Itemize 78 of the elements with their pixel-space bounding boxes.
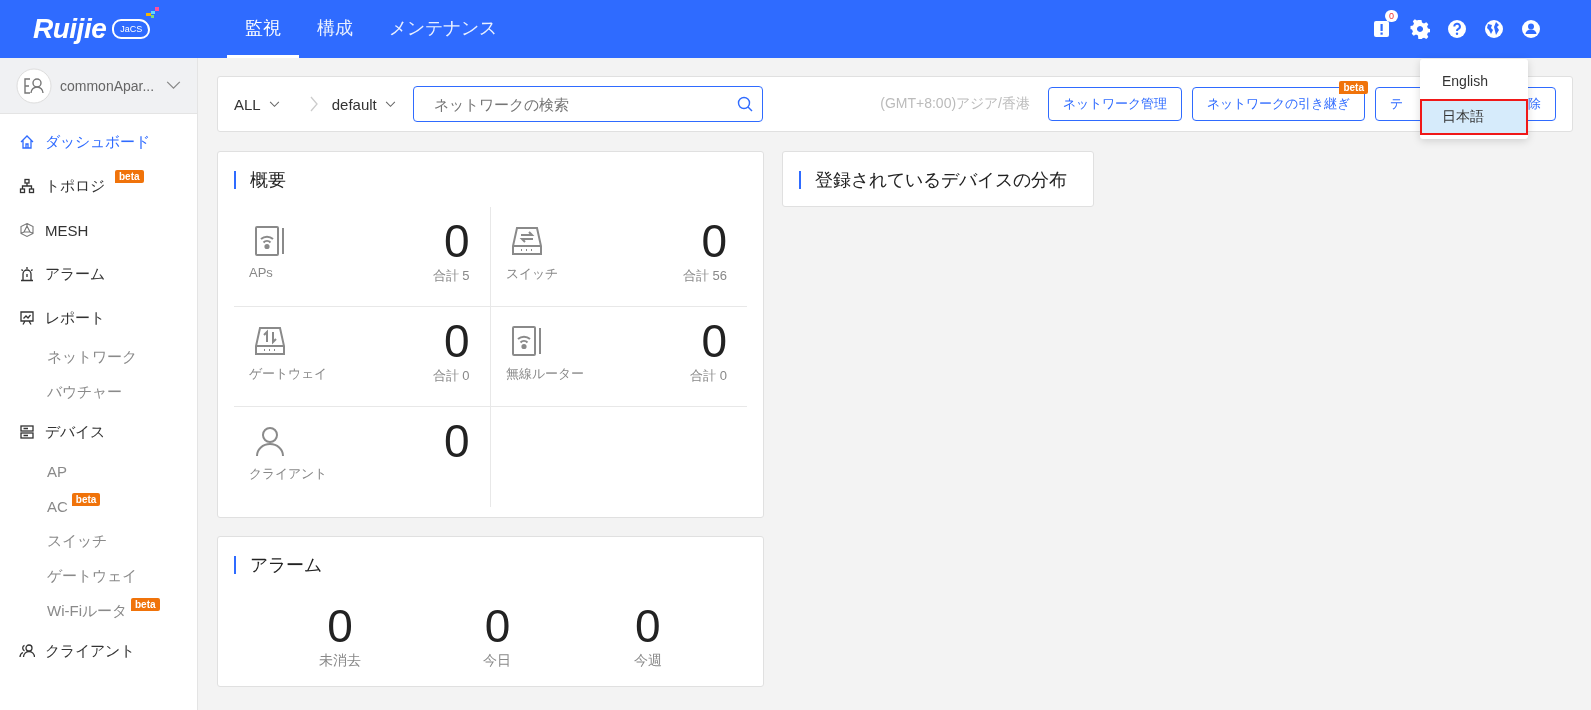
tile-count: 0: [443, 215, 470, 267]
tile-label: クライアント: [249, 465, 327, 483]
home-icon: [19, 134, 35, 150]
sidebar-subitem[interactable]: AP: [47, 463, 67, 480]
pixel-icon: [146, 7, 160, 19]
cloud-logo: JaCS: [112, 19, 151, 39]
alarm-count: 0: [635, 600, 661, 652]
account-icon[interactable]: [1521, 19, 1541, 39]
tile-count: 0: [701, 315, 727, 367]
nav-tab[interactable]: 構成: [299, 0, 371, 58]
help-icon[interactable]: [1447, 19, 1467, 39]
wifi-device-icon: [254, 225, 286, 257]
network-dropdown[interactable]: default: [331, 95, 396, 113]
card-title: 登録されているデバイスの分布: [815, 168, 1067, 192]
notification-count: 0: [1385, 10, 1398, 22]
switch-device-icon: [510, 225, 543, 257]
sidebar-subitem[interactable]: ゲートウェイ: [47, 567, 137, 586]
sidebar-subitem[interactable]: スイッチ: [47, 532, 107, 551]
tile-label: スイッチ: [505, 265, 558, 283]
sidebar-item[interactable]: MESH: [19, 221, 89, 239]
sidebar-subitem[interactable]: AC: [47, 498, 68, 515]
alarm-count: 0: [484, 600, 511, 652]
chevron-down-icon: [268, 100, 280, 108]
nav-tab[interactable]: メンテナンス: [371, 0, 515, 58]
sidebar-item[interactable]: アラーム: [19, 264, 105, 284]
sidebar-item[interactable]: デバイス: [19, 422, 105, 442]
account-name: commonApar...: [60, 77, 156, 94]
card-title: アラーム: [250, 553, 322, 577]
gateway-device-icon: [254, 325, 286, 357]
alarm-count: 0: [327, 600, 353, 652]
search-icon[interactable]: [736, 96, 753, 112]
beta-badge: beta: [1339, 81, 1368, 94]
beta-badge: beta: [115, 170, 144, 183]
brand-logo: Ruijie: [33, 13, 107, 45]
tile-count: 0: [701, 215, 727, 267]
globe-icon[interactable]: [1484, 19, 1504, 39]
tile-label: 無線ルーター: [505, 365, 584, 383]
hierarchy-icon: [19, 178, 35, 194]
tile-total: 合計 0: [432, 367, 470, 385]
settings-icon[interactable]: [1410, 19, 1430, 39]
siren-icon: [19, 266, 35, 282]
alarm-label: 未消去: [319, 652, 362, 670]
wifi-device-icon: [510, 325, 543, 357]
tile-label: ゲートウェイ: [249, 365, 327, 383]
tile-total: 合計 56: [682, 267, 727, 285]
chevron-down-icon: [384, 100, 396, 108]
sidebar-item[interactable]: ダッシュボード: [19, 132, 150, 152]
sidebar-subitem[interactable]: Wi-Fiルータ: [47, 602, 127, 621]
sidebar-subitem[interactable]: ネットワーク: [47, 348, 137, 367]
user-icon: [254, 425, 286, 457]
beta-badge: beta: [71, 493, 101, 506]
timezone-label: (GMT+8:00)アジア/香港: [880, 95, 1030, 113]
chart-board-icon: [19, 310, 35, 326]
chevron-down-icon[interactable]: [166, 81, 181, 90]
language-option[interactable]: English: [1420, 63, 1528, 99]
sidebar-item[interactable]: レポート: [19, 308, 105, 328]
breadcrumb-chevron-icon: [309, 96, 318, 112]
alarm-label: 今週: [633, 652, 662, 670]
server-icon: [19, 424, 35, 440]
action-button[interactable]: ネットワーク管理: [1048, 87, 1182, 121]
tile-total: 合計 5: [432, 267, 470, 285]
tile-count: 0: [443, 315, 470, 367]
nav-tab[interactable]: 監視: [227, 0, 299, 58]
search-field[interactable]: ネットワークの検索: [412, 86, 763, 122]
tile-total: 合計 0: [690, 367, 727, 385]
users-icon: [19, 643, 35, 659]
sidebar-item[interactable]: トポロジ: [19, 176, 105, 196]
beta-badge: beta: [131, 598, 160, 611]
language-option[interactable]: 日本語: [1420, 99, 1528, 135]
card-title: 概要: [250, 168, 286, 192]
sidebar-subitem[interactable]: バウチャー: [47, 383, 122, 402]
avatar-icon: [16, 67, 52, 104]
alarm-label: 今日: [483, 652, 512, 670]
tile-count: 0: [443, 415, 470, 467]
sidebar-item[interactable]: クライアント: [19, 641, 135, 661]
hexagon-icon: [19, 222, 35, 238]
tile-label: APs: [249, 265, 273, 280]
group-dropdown[interactable]: ALL: [234, 95, 280, 113]
